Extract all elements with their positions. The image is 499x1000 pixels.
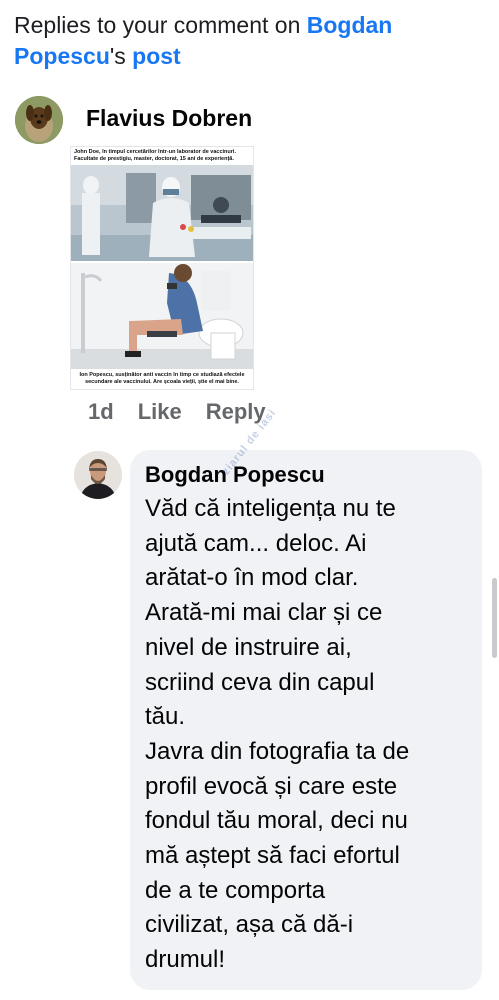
bathroom-photo [71,263,253,369]
meme-bottom-caption: Ion Popescu, susținător anti vaccin în t… [79,372,245,385]
post-link[interactable]: post [132,43,181,69]
avatar-flavius[interactable] [15,96,63,144]
dog-avatar-icon [15,96,63,144]
person-avatar-icon [74,451,122,499]
lab-photo [71,165,253,261]
notification-header: Replies to your comment on Bogdan Popesc… [14,10,484,72]
header-possessive: 's [109,43,133,69]
comment-author-name[interactable]: Flavius Dobren [86,105,252,132]
comment-meme-image[interactable]: John Doe, în timpul cercetărilor într-un… [70,146,254,390]
scrollbar[interactable] [492,578,497,658]
comment-timestamp[interactable]: 1d [88,399,114,425]
header-prefix: Replies to your comment on [14,12,307,38]
comment-actions: 1d Like Reply [88,398,266,426]
meme-top-caption: John Doe, în timpul cercetărilor într-un… [74,149,236,162]
avatar-bogdan[interactable] [74,451,122,499]
reply-text: Văd că inteligența nu te ajută cam... de… [145,495,410,974]
like-button[interactable]: Like [138,399,182,425]
